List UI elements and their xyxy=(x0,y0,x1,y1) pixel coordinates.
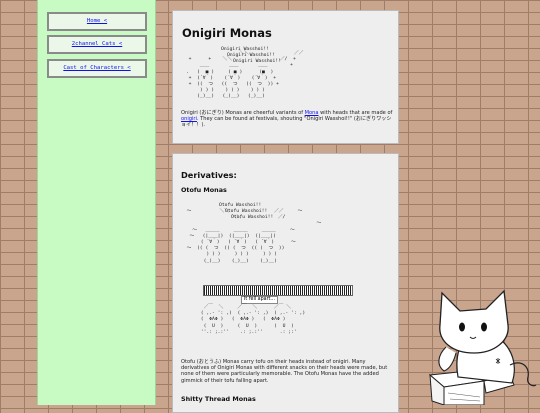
sidebar: Home < 2channel Cats < Cast of Character… xyxy=(37,0,156,405)
derivatives-panel: Derivatives: Otofu Monas Otofu Wasshoi!!… xyxy=(172,153,399,413)
otofu-monas-heading: Otofu Monas xyxy=(181,186,227,194)
fell-apart-label: It fell apart... xyxy=(241,296,279,304)
onigiri-link[interactable]: onigiri xyxy=(181,116,197,122)
fell-apart-stripes xyxy=(203,285,353,296)
otofu-monas-drawing: ～ ＼＼ ／／ ～ ＼＼ ／/ ～ ～ ＿＿＿ ＿＿＿ ＿＿＿ ～ ～ (|＿＿… xyxy=(186,209,322,264)
nav-2channel-cats-link[interactable]: 2channel Cats < xyxy=(47,35,147,54)
shitty-thread-monas-heading: Shitty Thread Monas xyxy=(181,395,256,403)
onigiri-monas-drawing: ＼＼ ／／ + + ＼＼ ／/ + ＿＿ ＿＿ ＿＿ + . ( ■ ) ( ■… xyxy=(185,51,304,100)
otofu-fell-apart-drawing: ／￣ ＼ ／￣ ＼ ／￣ ＼ ( ,.- ': ,) ( ,.- ': ,) (… xyxy=(200,305,306,335)
intro-paragraph: Onigiri (おにぎり) Monas are cheerful varian… xyxy=(181,110,393,129)
nav-home-link[interactable]: Home < xyxy=(47,12,147,31)
onigiri-ascii-art: Onigiri Wasshoi!! Onigiri Wasshoi!! Onig… xyxy=(183,45,393,113)
intro-text-3: . They can be found at festivals, shouti… xyxy=(181,116,392,129)
otofu-ascii-art: Otofu Wasshoi!! Otofu Wasshoi!! Otofu Wa… xyxy=(181,199,393,269)
derivatives-heading: Derivatives: xyxy=(181,170,237,180)
onigiri-monas-panel: Onigiri Monas Onigiri Wasshoi!! Onigiri … xyxy=(172,10,399,144)
cat-in-box-mascot xyxy=(428,289,537,405)
otofu-description: Otofu (おとうふ) Monas carry tofu on their h… xyxy=(181,359,388,384)
page-title: Onigiri Monas xyxy=(182,26,272,40)
nav-cast-of-characters-link[interactable]: Cast of Characters < xyxy=(47,59,147,78)
